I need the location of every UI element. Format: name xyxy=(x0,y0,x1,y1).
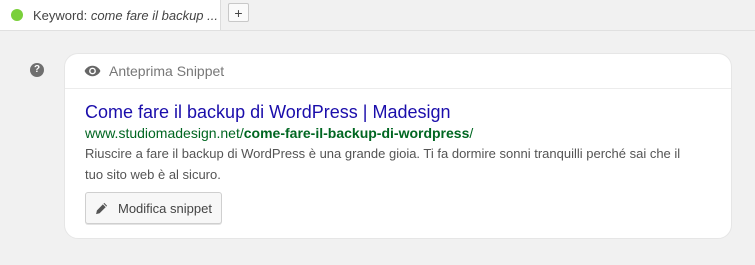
snippet-url-end: / xyxy=(469,125,474,141)
help-icon[interactable]: ? xyxy=(30,63,44,77)
tab-keyword-label: Keyword: come fare il backup ... xyxy=(33,8,218,23)
keyword-tab-bar: Keyword: come fare il backup ... + xyxy=(0,0,755,31)
snippet-preview-card: Anteprima Snippet Come fare il backup di… xyxy=(64,53,732,239)
add-keyword-button[interactable]: + xyxy=(228,3,249,22)
snippet-preview-header[interactable]: Anteprima Snippet xyxy=(65,54,731,89)
snippet-preview-title: Anteprima Snippet xyxy=(109,63,225,79)
edit-snippet-label: Modifica snippet xyxy=(118,201,212,216)
edit-snippet-button[interactable]: Modifica snippet xyxy=(85,192,222,224)
eye-icon xyxy=(84,65,101,77)
tab-keyword-prefix: Keyword: xyxy=(33,8,91,23)
tab-keyword[interactable]: Keyword: come fare il backup ... xyxy=(0,0,221,30)
snippet-url: www.studiomadesign.net/come-fare-il-back… xyxy=(85,125,473,141)
seo-status-dot-icon xyxy=(11,9,23,21)
snippet-meta-description[interactable]: Riuscire a fare il backup di WordPress è… xyxy=(85,143,695,185)
snippet-url-base: www.studiomadesign.net/ xyxy=(85,125,244,141)
pencil-icon xyxy=(96,202,108,215)
snippet-seo-title[interactable]: Come fare il backup di WordPress | Mades… xyxy=(85,102,451,123)
tab-keyword-text: come fare il backup ... xyxy=(90,8,218,23)
snippet-url-slug: come-fare-il-backup-di-wordpress xyxy=(243,125,470,141)
